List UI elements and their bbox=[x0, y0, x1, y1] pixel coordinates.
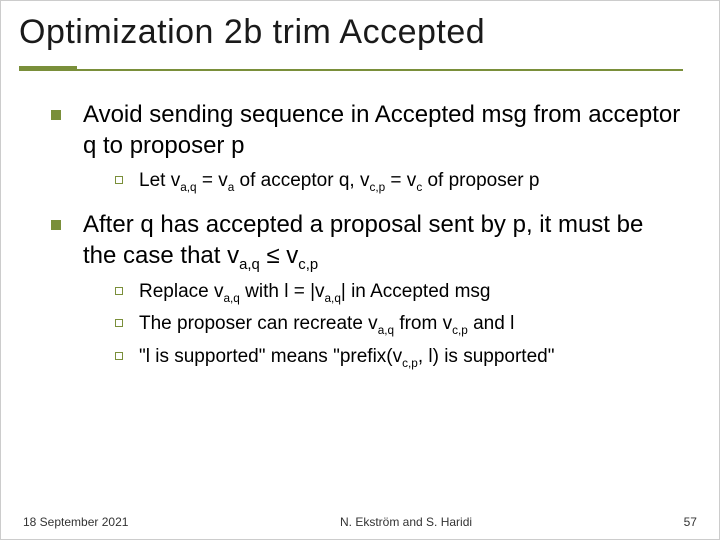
t: Replace v bbox=[139, 281, 224, 302]
bullet-2b: The proposer can recreate va,q from vc,p… bbox=[83, 312, 683, 337]
footer-authors: N. Ekström and S. Haridi bbox=[340, 515, 472, 529]
sub: c,p bbox=[402, 357, 418, 370]
sub: c,p bbox=[452, 324, 468, 337]
t: ≤ v bbox=[260, 242, 299, 269]
t: of proposer p bbox=[422, 170, 539, 191]
t: = v bbox=[197, 170, 228, 191]
sub: c,p bbox=[298, 257, 318, 273]
bullet-icon bbox=[51, 110, 61, 120]
t: "l is supported" means "prefix(v bbox=[139, 346, 402, 367]
t: of acceptor q, v bbox=[234, 170, 369, 191]
t: The proposer can recreate v bbox=[139, 313, 378, 334]
sub-bullet-icon bbox=[115, 352, 123, 360]
bullet-2a: Replace va,q with l = |va,q| in Accepted… bbox=[83, 280, 683, 305]
bullet-2c: "l is supported" means "prefix(vc,p, l) … bbox=[83, 345, 683, 370]
bullet-1: Avoid sending sequence in Accepted msg f… bbox=[51, 100, 683, 194]
t: and l bbox=[468, 313, 514, 334]
bullet-1-text: Avoid sending sequence in Accepted msg f… bbox=[83, 101, 680, 159]
bullet-icon bbox=[51, 220, 61, 230]
t: After q has accepted a proposal sent by … bbox=[83, 211, 643, 269]
footer-page: 57 bbox=[684, 515, 697, 529]
sub: a,q bbox=[325, 291, 341, 304]
slide-title: Optimization 2b trim Accepted bbox=[19, 13, 701, 64]
sub: a,q bbox=[378, 324, 394, 337]
t: | in Accepted msg bbox=[341, 281, 491, 302]
bullet-1a: Let va,q = va of acceptor q, vc,p = vc o… bbox=[83, 169, 683, 194]
title-block: Optimization 2b trim Accepted bbox=[1, 1, 719, 72]
footer: 18 September 2021 N. Ekström and S. Hari… bbox=[1, 515, 719, 529]
sub-bullet-icon bbox=[115, 176, 123, 184]
rule-long bbox=[19, 69, 683, 71]
content: Avoid sending sequence in Accepted msg f… bbox=[1, 72, 719, 370]
sub: c,p bbox=[369, 181, 385, 194]
slide: Optimization 2b trim Accepted Avoid send… bbox=[0, 0, 720, 540]
bullet-2: After q has accepted a proposal sent by … bbox=[51, 210, 683, 370]
rule-short bbox=[19, 66, 77, 71]
sub-bullet-icon bbox=[115, 319, 123, 327]
t: Let v bbox=[139, 170, 180, 191]
title-rule bbox=[19, 66, 701, 72]
footer-date: 18 September 2021 bbox=[23, 515, 128, 529]
sub: a,q bbox=[224, 291, 240, 304]
t: , l) is supported" bbox=[418, 346, 555, 367]
t: with l = |v bbox=[240, 281, 325, 302]
sub-bullet-icon bbox=[115, 287, 123, 295]
sub: a,q bbox=[180, 181, 196, 194]
t: = v bbox=[385, 170, 416, 191]
sub: a,q bbox=[239, 257, 260, 273]
t: from v bbox=[394, 313, 452, 334]
